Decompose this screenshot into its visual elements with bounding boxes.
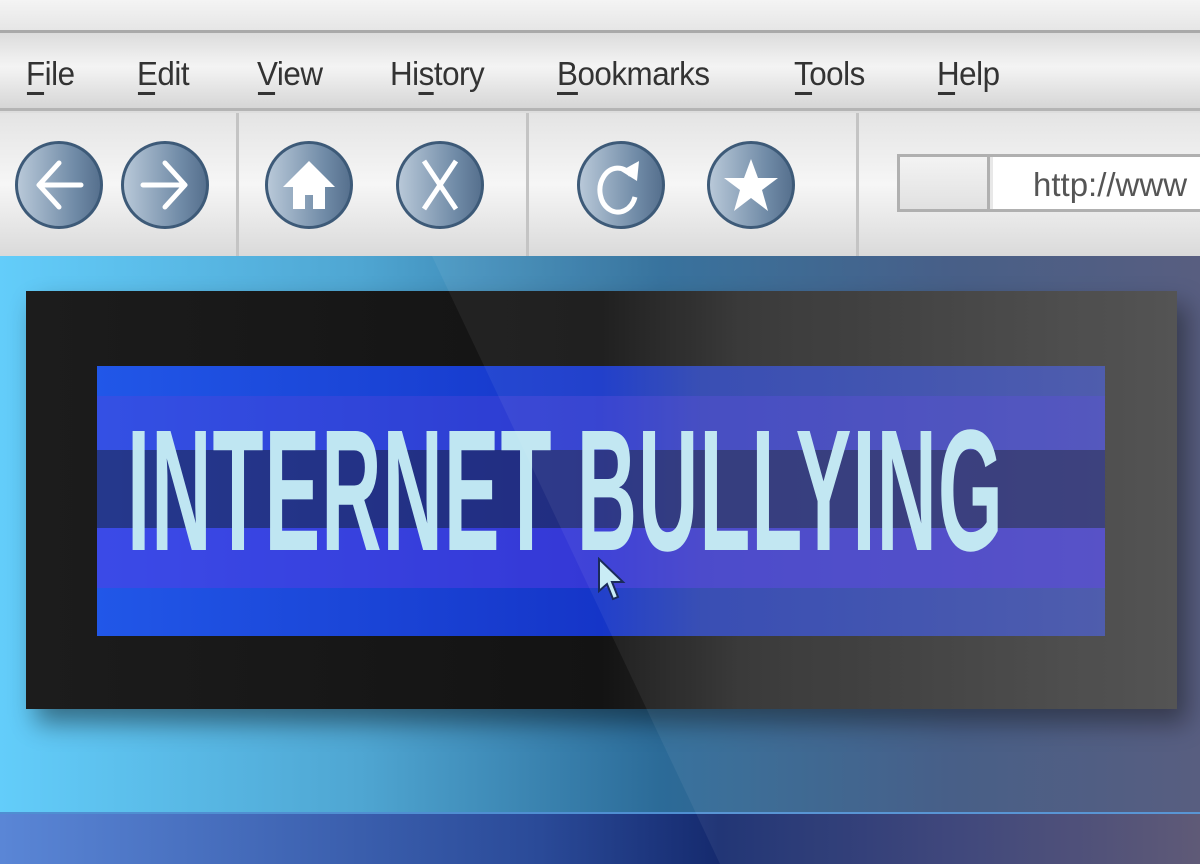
mnemonic-underline [26,92,45,95]
toolbar-divider [856,113,859,256]
menu-edit[interactable]: Edit [137,55,190,95]
toolbar-divider [236,113,239,256]
menu-label: View [257,55,323,92]
refresh-button[interactable] [577,141,665,229]
toolbar-divider [526,113,529,256]
menu-label: File [26,55,75,92]
stop-x-icon [421,159,459,211]
menu-label: Help [937,55,1000,92]
star-bookmark-icon [724,159,778,211]
mnemonic-underline [794,92,813,95]
back-button[interactable] [15,141,103,229]
menu-tools[interactable]: Tools [794,55,865,95]
menu-help[interactable]: Help [937,55,1000,95]
address-bar: http://www [897,154,1200,212]
home-button[interactable] [265,141,353,229]
mnemonic-underline [937,92,956,95]
menu-history[interactable]: History [390,55,485,95]
menu-file[interactable]: File [26,55,75,95]
mouse-pointer-icon [598,557,626,601]
menu-label: Hi [390,55,419,92]
mnemonic-underline [137,92,156,95]
forward-button[interactable] [121,141,209,229]
mnemonic: B [557,55,578,95]
menu-label: Edit [137,55,190,92]
bookmark-button[interactable] [707,141,795,229]
menu-label: Tools [794,55,865,92]
refresh-icon [597,161,639,215]
back-arrow-icon [36,160,84,210]
navigation-toolbar: http://www [0,113,1200,256]
stop-button[interactable] [396,141,484,229]
menu-bookmarks[interactable]: Bookmarks [557,55,710,95]
url-input[interactable]: http://www [993,157,1200,209]
mnemonic-underline [257,92,276,95]
site-identity-box[interactable] [900,157,990,209]
menu-view[interactable]: View [257,55,323,95]
menu-label: tory [433,55,485,92]
menu-bar: File Edit View History Bookmarks Tools H… [0,33,1200,111]
menu-label: ookmarks [577,55,710,92]
window-title-bar [0,0,1200,33]
mnemonic: s [418,55,434,95]
home-icon [283,161,335,209]
forward-arrow-icon [140,160,188,210]
